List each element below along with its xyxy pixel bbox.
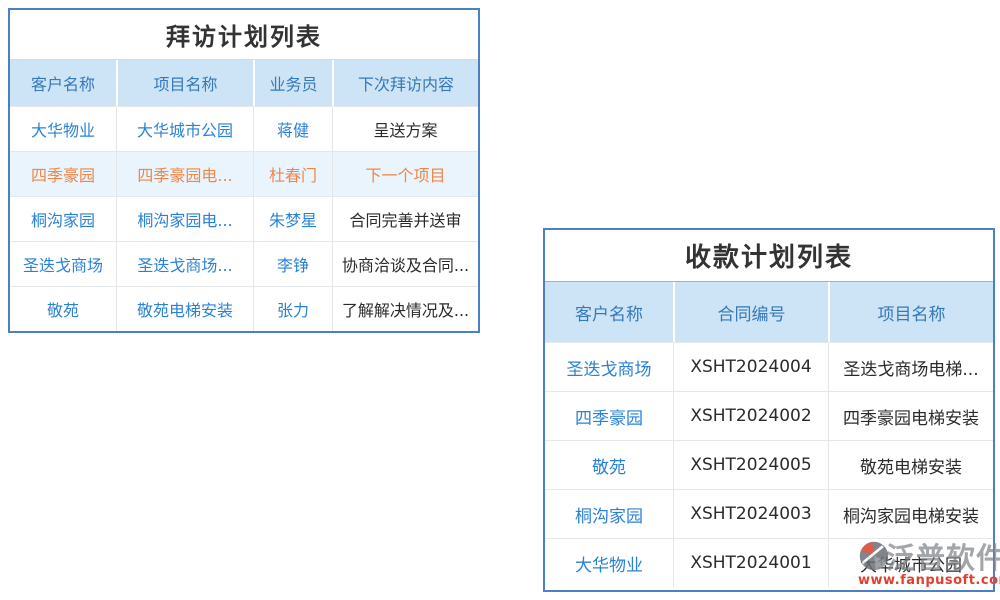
customer-name-cell[interactable]: 桐沟家园	[545, 490, 673, 538]
customer-name-cell[interactable]: 敬苑	[545, 441, 673, 489]
next-visit-content-cell: 协商洽谈及合同...	[332, 242, 478, 286]
column-header-customer: 客户名称	[10, 60, 116, 106]
visit-plan-body: 大华物业大华城市公园蒋健呈送方案四季豪园四季豪园电...杜春门下一个项目桐沟家园…	[10, 106, 478, 331]
table-row[interactable]: 圣迭戈商场圣迭戈商场...李铮协商洽谈及合同...	[10, 241, 478, 286]
watermark: 泛普软件 www.fanpusoft.com	[858, 536, 1000, 588]
customer-name-cell[interactable]: 圣迭戈商场	[10, 242, 116, 286]
next-visit-content-cell: 下一个项目	[332, 152, 478, 196]
contract-no-cell: XSHT2024005	[673, 441, 828, 489]
visit-plan-table: 拜访计划列表 客户名称 项目名称 业务员 下次拜访内容 大华物业大华城市公园蒋健…	[8, 8, 480, 333]
column-header-salesperson: 业务员	[253, 60, 332, 106]
table-row[interactable]: 敬苑XSHT2024005敬苑电梯安装	[545, 440, 993, 489]
column-header-project: 项目名称	[828, 282, 993, 342]
watermark-url-text: www.fanpusoft.com	[858, 573, 1000, 588]
salesperson-cell[interactable]: 杜春门	[253, 152, 332, 196]
column-header-next-visit: 下次拜访内容	[332, 60, 478, 106]
customer-name-cell[interactable]: 大华物业	[545, 539, 673, 587]
contract-no-cell: XSHT2024002	[673, 392, 828, 440]
project-name-cell: 桐沟家园电梯安装	[828, 490, 993, 538]
customer-name-cell[interactable]: 四季豪园	[10, 152, 116, 196]
project-name-cell[interactable]: 四季豪园电...	[116, 152, 253, 196]
table-row[interactable]: 敬苑敬苑电梯安装张力了解解决情况及...	[10, 286, 478, 331]
next-visit-content-cell: 合同完善并送审	[332, 197, 478, 241]
watermark-brand-text: 泛普软件	[886, 535, 1000, 577]
customer-name-cell[interactable]: 大华物业	[10, 107, 116, 151]
payment-plan-header-row: 客户名称 合同编号 项目名称	[545, 282, 993, 342]
project-name-cell[interactable]: 敬苑电梯安装	[116, 287, 253, 331]
next-visit-content-cell: 呈送方案	[332, 107, 478, 151]
column-header-contract-no: 合同编号	[673, 282, 828, 342]
customer-name-cell[interactable]: 敬苑	[10, 287, 116, 331]
project-name-cell[interactable]: 圣迭戈商场...	[116, 242, 253, 286]
next-visit-content-cell: 了解解决情况及...	[332, 287, 478, 331]
customer-name-cell[interactable]: 四季豪园	[545, 392, 673, 440]
contract-no-cell: XSHT2024003	[673, 490, 828, 538]
table-row[interactable]: 四季豪园四季豪园电...杜春门下一个项目	[10, 151, 478, 196]
project-name-cell: 圣迭戈商场电梯...	[828, 343, 993, 391]
contract-no-cell: XSHT2024001	[673, 539, 828, 587]
project-name-cell: 敬苑电梯安装	[828, 441, 993, 489]
payment-plan-title: 收款计划列表	[545, 230, 993, 282]
column-header-project: 项目名称	[116, 60, 253, 106]
table-row[interactable]: 桐沟家园XSHT2024003桐沟家园电梯安装	[545, 489, 993, 538]
project-name-cell: 四季豪园电梯安装	[828, 392, 993, 440]
salesperson-cell[interactable]: 李铮	[253, 242, 332, 286]
visit-plan-header-row: 客户名称 项目名称 业务员 下次拜访内容	[10, 60, 478, 106]
table-row[interactable]: 四季豪园XSHT2024002四季豪园电梯安装	[545, 391, 993, 440]
project-name-cell[interactable]: 大华城市公园	[116, 107, 253, 151]
column-header-customer: 客户名称	[545, 282, 673, 342]
customer-name-cell[interactable]: 圣迭戈商场	[545, 343, 673, 391]
salesperson-cell[interactable]: 张力	[253, 287, 332, 331]
salesperson-cell[interactable]: 蒋健	[253, 107, 332, 151]
table-row[interactable]: 桐沟家园桐沟家园电...朱梦星合同完善并送审	[10, 196, 478, 241]
customer-name-cell[interactable]: 桐沟家园	[10, 197, 116, 241]
salesperson-cell[interactable]: 朱梦星	[253, 197, 332, 241]
project-name-cell[interactable]: 桐沟家园电...	[116, 197, 253, 241]
fanpusoft-logo-icon	[858, 540, 890, 572]
table-row[interactable]: 圣迭戈商场XSHT2024004圣迭戈商场电梯...	[545, 342, 993, 391]
visit-plan-title: 拜访计划列表	[10, 10, 478, 60]
table-row[interactable]: 大华物业大华城市公园蒋健呈送方案	[10, 106, 478, 151]
contract-no-cell: XSHT2024004	[673, 343, 828, 391]
